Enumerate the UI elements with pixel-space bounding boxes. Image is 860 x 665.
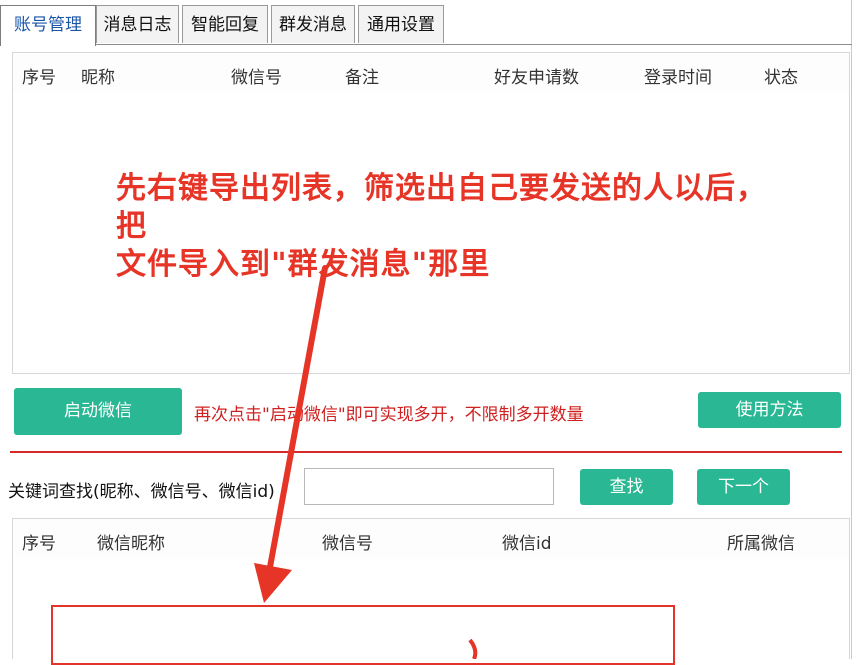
col-login-time[interactable]: 登录时间 [644, 63, 712, 88]
annotation-line-2: 文件导入到"群发消息"那里 [116, 247, 491, 282]
col-wechat-account[interactable]: 微信号 [322, 529, 373, 554]
col-status[interactable]: 状态 [764, 63, 798, 88]
account-table-header: 序号 昵称 微信号 备注 好友申请数 登录时间 状态 [13, 53, 849, 93]
search-input[interactable] [304, 468, 554, 505]
col-wechat-uid[interactable]: 微信id [502, 529, 552, 554]
col-wechat-nickname[interactable]: 微信昵称 [97, 529, 165, 554]
contact-table-header: 序号 微信昵称 微信号 微信id 所属微信 [13, 519, 849, 559]
col-owner-wechat[interactable]: 所属微信 [727, 529, 795, 554]
find-button[interactable]: 查找 [580, 469, 673, 505]
col-index[interactable]: 序号 [22, 63, 56, 88]
search-label: 关键词查找(昵称、微信号、微信id) [8, 482, 275, 502]
next-button[interactable]: 下一个 [697, 469, 790, 505]
col-index[interactable]: 序号 [22, 529, 56, 554]
col-remark[interactable]: 备注 [345, 63, 379, 88]
annotation-text: 先右键导出列表，筛选出自己要发送的人以后，把 文件导入到"群发消息"那里 [116, 170, 776, 284]
tab-account-management[interactable]: 账号管理 [0, 5, 96, 46]
tab-message-log[interactable]: 消息日志 [96, 5, 179, 43]
col-friend-requests[interactable]: 好友申请数 [494, 63, 579, 88]
multi-open-hint: 再次点击"启动微信"即可实现多开，不限制多开数量 [194, 405, 584, 425]
tab-divider [0, 44, 852, 45]
tab-bar: 账号管理 消息日志 智能回复 群发消息 通用设置 [0, 5, 852, 46]
tab-smart-reply[interactable]: 智能回复 [182, 5, 268, 43]
usage-help-button[interactable]: 使用方法 [698, 392, 841, 428]
annotation-highlight-box [51, 605, 675, 665]
col-nickname[interactable]: 昵称 [81, 63, 115, 88]
launch-wechat-button[interactable]: 启动微信 [14, 388, 182, 435]
col-wechat-id[interactable]: 微信号 [231, 63, 282, 88]
tab-mass-message[interactable]: 群发消息 [271, 5, 355, 43]
tab-general-settings[interactable]: 通用设置 [358, 5, 444, 43]
annotation-line-1: 先右键导出列表，筛选出自己要发送的人以后，把 [116, 171, 767, 244]
section-divider [10, 451, 842, 453]
